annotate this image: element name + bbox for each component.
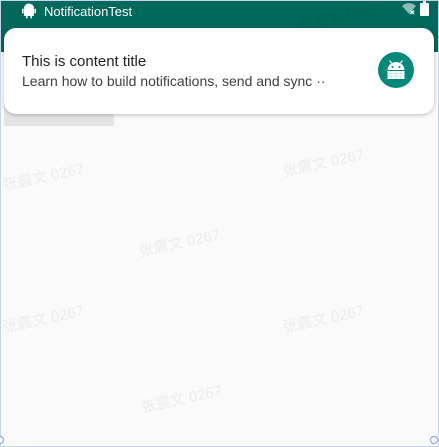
- watermark: 张震文 0267: [1, 160, 86, 195]
- android-robot-icon: [378, 52, 414, 88]
- wifi-x-icon: [402, 2, 416, 21]
- corner-handle[interactable]: [0, 436, 4, 444]
- notification-text-body: Learn how to build notifications, send a…: [22, 73, 313, 89]
- watermark: 张震文 0267: [1, 302, 86, 337]
- app-label: NotificationTest: [44, 3, 133, 19]
- watermark: 张震文 0267: [281, 146, 366, 181]
- status-bar-left: NotificationTest: [22, 2, 132, 20]
- notification-title: This is content title: [22, 53, 147, 70]
- status-bar-right: [402, 1, 429, 21]
- watermark: 张震文 0267: [139, 382, 224, 417]
- battery-icon: [420, 1, 429, 21]
- overflow-marker: ··: [316, 73, 326, 89]
- watermark: 张震文 0267: [137, 226, 222, 261]
- watermark: 张震文 0267: [281, 302, 366, 337]
- notification-card[interactable]: This is content title Learn how to build…: [4, 28, 434, 114]
- corner-handle[interactable]: [430, 436, 438, 444]
- notification-text: Learn how to build notifications, send a…: [22, 73, 362, 89]
- android-icon: [22, 3, 36, 19]
